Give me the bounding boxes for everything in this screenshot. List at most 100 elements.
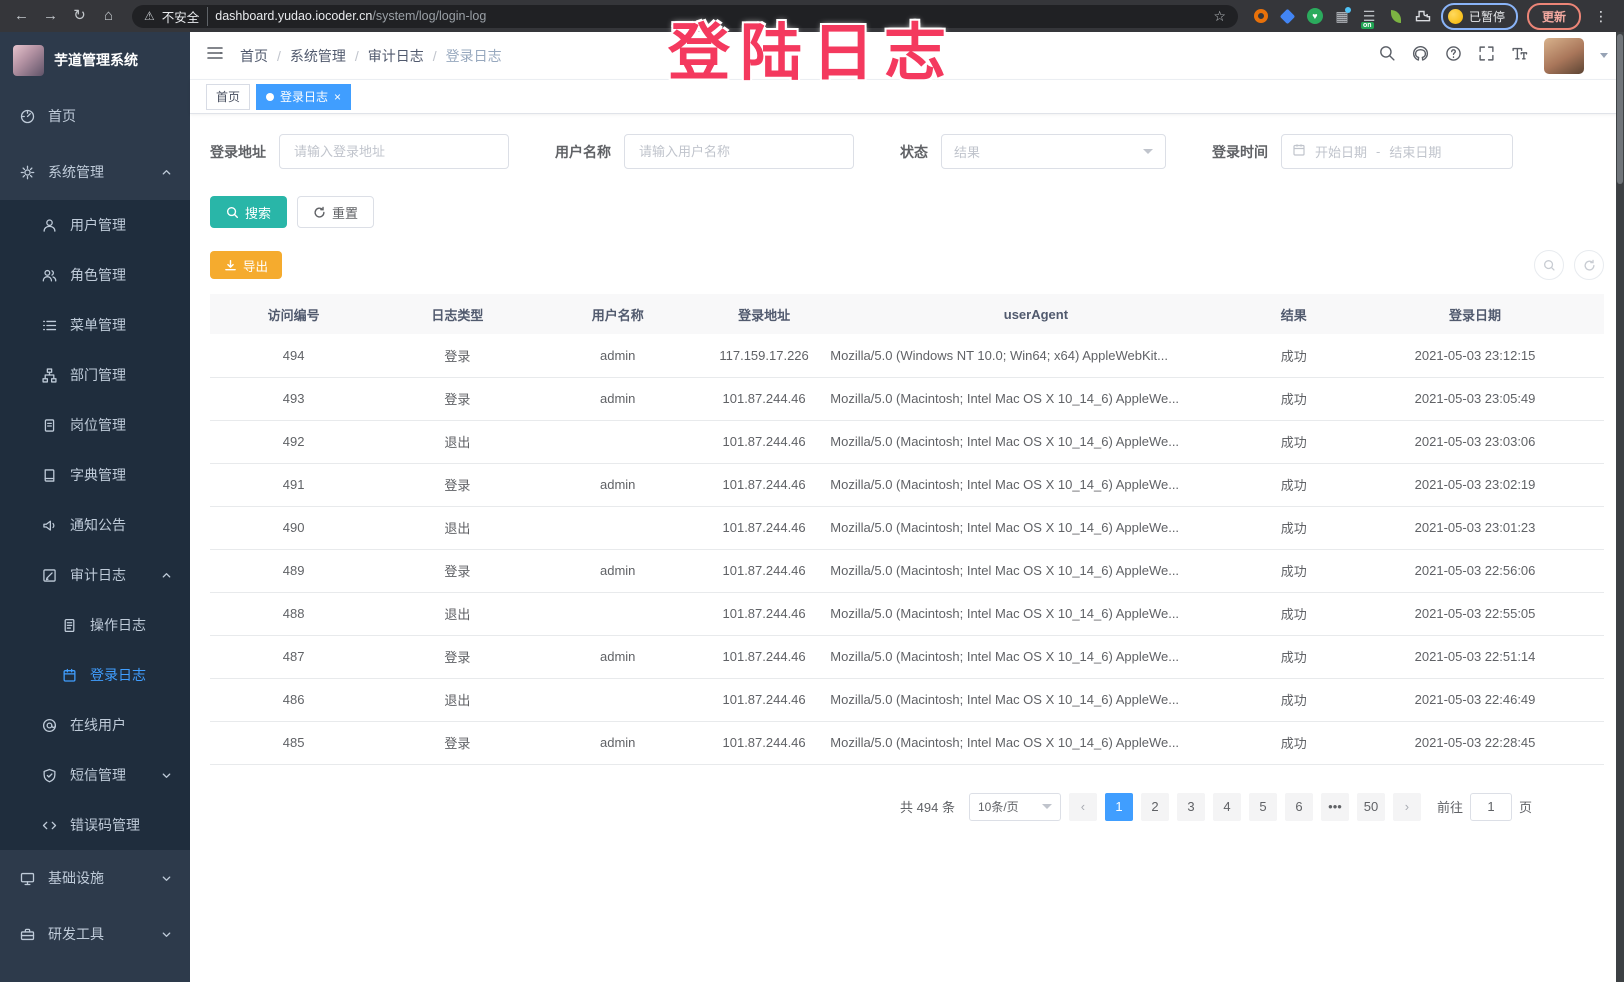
sidebar-item-sms-management[interactable]: 短信管理	[0, 750, 190, 800]
sidebar-item-login-log[interactable]: 登录日志	[0, 650, 190, 700]
bookmark-star-icon[interactable]: ☆	[1213, 8, 1226, 25]
cell-access-id: 486	[210, 678, 377, 721]
avatar-caret-down-icon[interactable]	[1600, 53, 1608, 58]
list-extension-icon[interactable]: ☰on	[1360, 7, 1378, 25]
cell-user-agent: Mozilla/5.0 (Macintosh; Intel Mac OS X 1…	[830, 506, 1241, 549]
table-row: 493 登录 admin 101.87.244.46 Mozilla/5.0 (…	[210, 377, 1604, 420]
search-filter-form: 登录地址 用户名称 状态 结果 登录时间	[210, 134, 1604, 169]
header-access-id: 访问编号	[210, 294, 377, 334]
page-button-6[interactable]: 6	[1285, 793, 1313, 821]
address-bar[interactable]: ⚠ 不安全 dashboard.yudao.iocoder.cn/system/…	[132, 5, 1238, 28]
page-button-3[interactable]: 3	[1177, 793, 1205, 821]
goto-page-input[interactable]	[1470, 793, 1512, 821]
table-row: 490 退出 101.87.244.46 Mozilla/5.0 (Macint…	[210, 506, 1604, 549]
sidebar-item-audit-log[interactable]: 审计日志	[0, 550, 190, 600]
login-time-range-picker[interactable]: 开始日期 - 结束日期	[1281, 134, 1513, 169]
sidebar-item-label: 错误码管理	[70, 815, 140, 835]
paused-extension-pill[interactable]: 已暂停	[1441, 3, 1518, 30]
status-label: 状态	[900, 142, 928, 162]
status-select-placeholder: 结果	[954, 142, 980, 161]
url-text[interactable]: dashboard.yudao.iocoder.cn/system/log/lo…	[215, 9, 486, 23]
search-button[interactable]: 搜索	[210, 196, 287, 228]
header-search-icon[interactable]	[1379, 45, 1396, 67]
page-button-4[interactable]: 4	[1213, 793, 1241, 821]
sidebar-item-menu-management[interactable]: 菜单管理	[0, 300, 190, 350]
home-icon[interactable]: ⌂	[95, 3, 122, 29]
not-secure-warning-icon: ⚠	[144, 9, 155, 23]
forward-icon[interactable]: →	[37, 3, 64, 29]
cell-log-type: 登录	[377, 377, 537, 420]
cell-username: admin	[538, 463, 698, 506]
github-icon[interactable]	[1412, 45, 1429, 67]
fullscreen-icon[interactable]	[1478, 45, 1495, 67]
app-logo	[13, 45, 44, 76]
grid-extension-icon[interactable]: ▦	[1333, 7, 1351, 25]
collapse-sidebar-icon[interactable]	[206, 44, 224, 67]
breadcrumb-item[interactable]: 首页	[240, 46, 268, 66]
page-button-50[interactable]: 50	[1357, 793, 1385, 821]
table-row: 492 退出 101.87.244.46 Mozilla/5.0 (Macint…	[210, 420, 1604, 463]
sidebar-item-error-code-management[interactable]: 错误码管理	[0, 800, 190, 850]
page-button-2[interactable]: 2	[1141, 793, 1169, 821]
sidebar-item-operation-log[interactable]: 操作日志	[0, 600, 190, 650]
refresh-button[interactable]	[1574, 250, 1604, 280]
chevron-up-icon	[161, 167, 172, 178]
select-caret-icon	[1143, 149, 1153, 154]
dashboard-icon	[20, 109, 35, 124]
user-avatar[interactable]	[1544, 38, 1584, 74]
page-button-1[interactable]: 1	[1105, 793, 1133, 821]
not-secure-label[interactable]: 不安全	[162, 7, 209, 26]
sidebar-logo-row[interactable]: 芋道管理系统	[0, 32, 190, 88]
help-icon[interactable]	[1445, 45, 1462, 67]
pagination: 共 494 条 10条/页 ‹ 1 2 3 4 5 6 ••• 50 › 前往 …	[210, 765, 1604, 821]
font-size-icon[interactable]	[1511, 45, 1528, 67]
cell-login-date: 2021-05-03 23:03:06	[1346, 420, 1604, 463]
sidebar-item-role-management[interactable]: 角色管理	[0, 250, 190, 300]
next-page-button[interactable]: ›	[1393, 793, 1421, 821]
breadcrumb-item[interactable]: 审计日志	[368, 46, 424, 66]
sidebar-item-dev-tools[interactable]: 研发工具	[0, 906, 190, 962]
blue-gem-extension-icon[interactable]	[1279, 7, 1297, 25]
tag-login-log[interactable]: 登录日志 ×	[256, 84, 351, 110]
more-pages-button[interactable]: •••	[1321, 793, 1349, 821]
extensions-puzzle-icon[interactable]	[1414, 7, 1432, 25]
username-input[interactable]	[624, 134, 854, 169]
sidebar-item-announcement[interactable]: 通知公告	[0, 500, 190, 550]
sidebar-item-online-users[interactable]: 在线用户	[0, 700, 190, 750]
green-heart-extension-icon[interactable]: ♥	[1306, 7, 1324, 25]
page-size-select[interactable]: 10条/页	[969, 793, 1061, 821]
browser-menu-kebab-icon[interactable]: ⋮	[1590, 8, 1612, 25]
reset-button[interactable]: 重置	[297, 196, 374, 228]
sidebar-item-system-management[interactable]: 系统管理	[0, 144, 190, 200]
page-scrollbar[interactable]	[1616, 32, 1624, 982]
sidebar-item-label: 菜单管理	[70, 315, 126, 335]
cell-result: 成功	[1242, 635, 1347, 678]
cell-user-agent: Mozilla/5.0 (Macintosh; Intel Mac OS X 1…	[830, 549, 1241, 592]
sidebar-item-label: 在线用户	[70, 715, 126, 735]
reload-icon[interactable]: ↻	[66, 3, 93, 29]
sidebar-item-user-management[interactable]: 用户管理	[0, 200, 190, 250]
sidebar-item-home[interactable]: 首页	[0, 88, 190, 144]
orange-ring-extension-icon[interactable]	[1252, 7, 1270, 25]
sidebar-item-label: 通知公告	[70, 515, 126, 535]
toggle-search-button[interactable]	[1534, 250, 1564, 280]
tag-close-icon[interactable]: ×	[334, 91, 341, 103]
scrollbar-thumb[interactable]	[1617, 34, 1623, 184]
status-select[interactable]: 结果	[941, 134, 1166, 169]
sidebar-item-department-management[interactable]: 部门管理	[0, 350, 190, 400]
export-button[interactable]: 导出	[210, 251, 282, 279]
prev-page-button[interactable]: ‹	[1069, 793, 1097, 821]
breadcrumb-separator: /	[355, 48, 359, 64]
tag-home[interactable]: 首页	[206, 84, 250, 110]
breadcrumb-item[interactable]: 系统管理	[290, 46, 346, 66]
sprout-extension-icon[interactable]	[1387, 7, 1405, 25]
sidebar-item-dictionary-management[interactable]: 字典管理	[0, 450, 190, 500]
sidebar-item-post-management[interactable]: 岗位管理	[0, 400, 190, 450]
login-address-input[interactable]	[279, 134, 509, 169]
back-icon[interactable]: ←	[8, 3, 35, 29]
sidebar-item-label: 操作日志	[90, 615, 146, 635]
sidebar-item-infrastructure[interactable]: 基础设施	[0, 850, 190, 906]
code-icon	[42, 818, 57, 833]
page-button-5[interactable]: 5	[1249, 793, 1277, 821]
update-browser-button[interactable]: 更新	[1527, 3, 1581, 30]
